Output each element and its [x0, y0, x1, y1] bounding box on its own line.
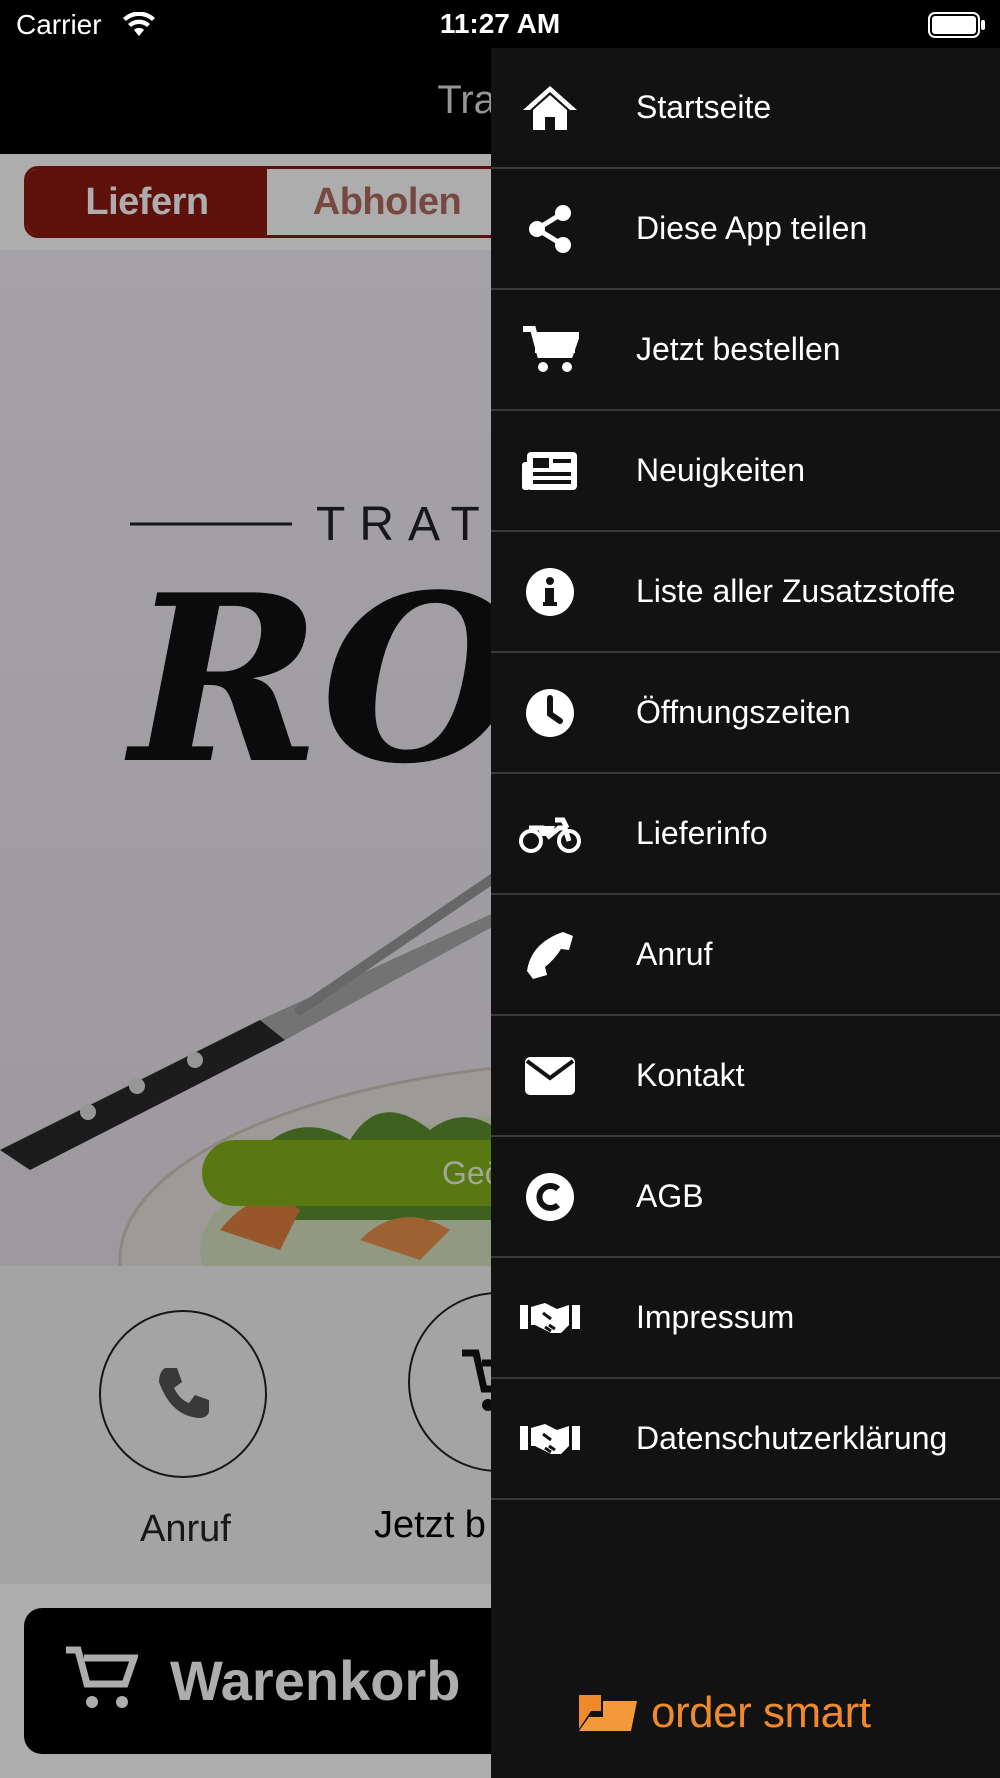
menu-item-share[interactable]: Diese App teilen — [491, 169, 1000, 290]
brand-text: order smart — [651, 1688, 871, 1737]
menu-item-label: Jetzt bestellen — [636, 331, 841, 367]
order-smart-logo: order smart — [577, 1688, 871, 1738]
menu-item-label: Impressum — [636, 1299, 795, 1335]
side-menu: Startseite Diese App teilen Jetzt bestel… — [491, 48, 1000, 1778]
envelope-icon — [519, 1045, 581, 1107]
menu-item-contact[interactable]: Kontakt — [491, 1016, 1000, 1137]
menu-item-startseite[interactable]: Startseite — [491, 48, 1000, 169]
menu-item-label: Anruf — [636, 936, 713, 972]
cart-icon — [519, 319, 581, 381]
menu-item-opening-hours[interactable]: Öffnungszeiten — [491, 653, 1000, 774]
status-bar: Carrier 11:27 AM — [0, 0, 1000, 48]
menu-item-label: Startseite — [636, 89, 772, 125]
menu-item-label: Datenschutzerklärung — [636, 1420, 948, 1456]
phone-icon — [519, 924, 581, 986]
menu-item-order[interactable]: Jetzt bestellen — [491, 290, 1000, 411]
menu-item-label: Neuigkeiten — [636, 452, 805, 488]
motorcycle-icon — [519, 803, 581, 865]
menu-item-privacy[interactable]: Datenschutzerklärung — [491, 1379, 1000, 1500]
menu-item-label: Öffnungszeiten — [636, 694, 851, 730]
status-time: 11:27 AM — [439, 8, 561, 39]
menu-item-delivery-info[interactable]: Lieferinfo — [491, 774, 1000, 895]
menu-item-agb[interactable]: AGB — [491, 1137, 1000, 1258]
copyright-icon — [519, 1166, 581, 1228]
newspaper-icon — [519, 440, 581, 502]
share-icon — [519, 198, 581, 260]
info-icon — [519, 561, 581, 623]
clock-icon — [519, 682, 581, 744]
handshake-icon — [519, 1287, 581, 1349]
menu-item-label: AGB — [636, 1178, 704, 1214]
menu-item-label: Liste aller Zusatzstoffe — [636, 573, 956, 609]
menu-item-additives[interactable]: Liste aller Zusatzstoffe — [491, 532, 1000, 653]
menu-item-label: Diese App teilen — [636, 210, 868, 246]
menu-item-label: Kontakt — [636, 1057, 745, 1093]
battery-icon — [928, 12, 985, 38]
handshake-icon — [519, 1408, 581, 1470]
menu-item-call[interactable]: Anruf — [491, 895, 1000, 1016]
order-smart-logo-icon — [579, 1695, 637, 1731]
menu-item-news[interactable]: Neuigkeiten — [491, 411, 1000, 532]
home-icon — [519, 77, 581, 139]
menu-item-label: Lieferinfo — [636, 815, 768, 851]
menu-item-impressum[interactable]: Impressum — [491, 1258, 1000, 1379]
